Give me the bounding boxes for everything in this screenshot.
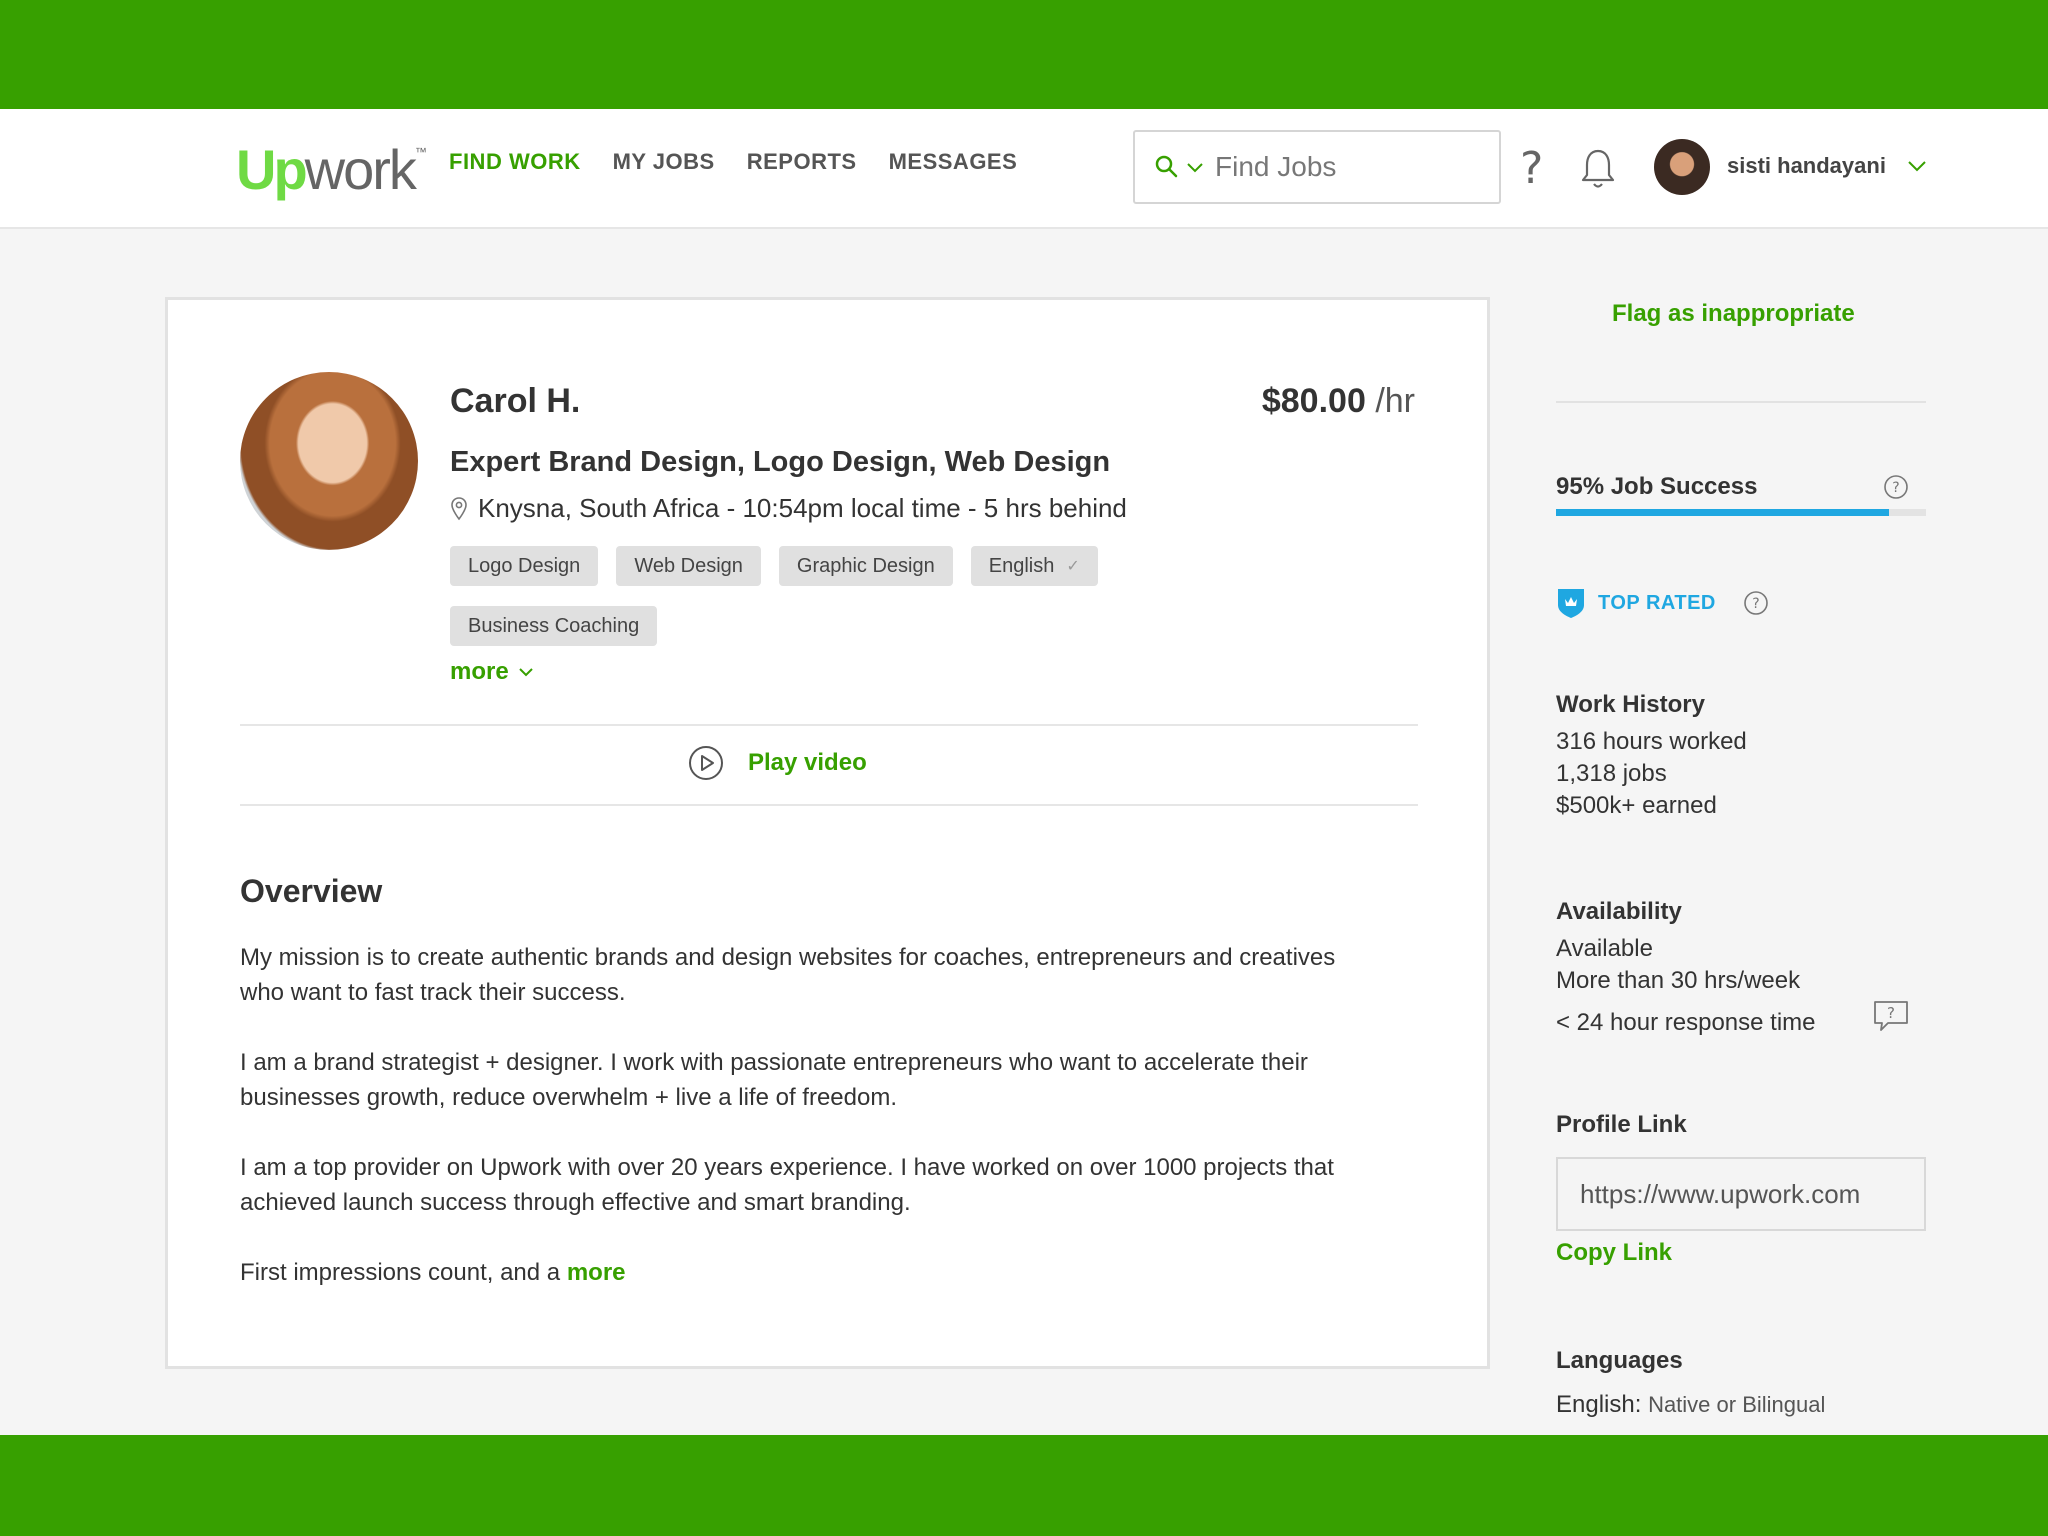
- play-video-button[interactable]: Play video: [688, 745, 867, 781]
- freelancer-name: Carol H.: [450, 382, 581, 420]
- play-video-label: Play video: [748, 749, 867, 776]
- overview-more-link[interactable]: more: [567, 1259, 626, 1286]
- chevron-down-icon[interactable]: [1185, 157, 1205, 177]
- user-name[interactable]: sisti handayani: [1727, 153, 1886, 179]
- skill-label: Web Design: [634, 554, 743, 577]
- search-input[interactable]: [1215, 151, 1465, 183]
- availability-hours: More than 30 hrs/week: [1556, 967, 1801, 994]
- job-success-bar: [1556, 509, 1926, 516]
- profile-link-field: [1556, 1157, 1926, 1231]
- search-icon[interactable]: [1153, 153, 1181, 181]
- rate-unit: /hr: [1375, 382, 1415, 420]
- skill-label: Logo Design: [468, 554, 581, 577]
- divider: [240, 724, 1418, 726]
- more-skills-link[interactable]: more: [450, 658, 535, 686]
- user-menu-chevron-icon[interactable]: [1906, 155, 1928, 177]
- upwork-logo[interactable]: Up work ™: [236, 131, 427, 207]
- skill-label: Business Coaching: [468, 614, 640, 637]
- language-entry: English: Native or Bilingual: [1556, 1391, 1825, 1419]
- play-circle-icon: [689, 746, 723, 780]
- overview-paragraph-last: First impressions count, and a more: [240, 1255, 1380, 1290]
- top-rated-label: TOP RATED: [1598, 591, 1716, 614]
- chevron-down-icon: [518, 668, 533, 677]
- response-time: < 24 hour response time: [1556, 1009, 1816, 1036]
- skill-label: Graphic Design: [796, 554, 935, 577]
- help-circle-icon[interactable]: ?: [1742, 589, 1770, 617]
- profile-photo: [240, 372, 418, 550]
- nav-find-work[interactable]: FIND WORK: [449, 149, 581, 175]
- jobs-count: 1,318 jobs: [1556, 760, 1667, 787]
- svg-text:?: ?: [1752, 596, 1759, 612]
- availability-status: Available: [1556, 935, 1653, 962]
- user-avatar[interactable]: [1654, 139, 1710, 195]
- logo-work-text: work: [304, 137, 417, 201]
- nav-reports[interactable]: REPORTS: [747, 149, 857, 175]
- overview-text: My mission is to create authentic brands…: [240, 940, 1380, 1325]
- language-name: English:: [1556, 1391, 1642, 1418]
- top-rated-shield-icon: [1558, 589, 1584, 618]
- search-box: [1133, 130, 1501, 204]
- logo-up-text: Up: [236, 137, 308, 201]
- work-history-title: Work History: [1556, 691, 1705, 718]
- svg-text:?: ?: [1887, 1004, 1895, 1022]
- skill-tag[interactable]: Graphic Design: [778, 546, 953, 586]
- amount-earned: $500k+ earned: [1556, 792, 1717, 819]
- skill-tag[interactable]: Web Design: [616, 546, 761, 586]
- help-circle-icon[interactable]: ?: [1882, 473, 1910, 501]
- availability-title: Availability: [1556, 898, 1682, 925]
- sidebar-divider: [1556, 401, 1926, 403]
- more-label: more: [450, 658, 509, 685]
- languages-title: Languages: [1556, 1347, 1683, 1374]
- chat-question-icon[interactable]: ?: [1872, 999, 1910, 1035]
- skills-list: Logo Design Web Design Graphic Design En…: [450, 546, 1210, 646]
- hours-worked: 316 hours worked: [1556, 728, 1747, 755]
- profile-link-input[interactable]: [1558, 1159, 1924, 1229]
- location-line: Knysna, South Africa - 10:54pm local tim…: [450, 493, 1127, 524]
- top-rated-badge: TOP RATED ?: [1556, 587, 1770, 619]
- location-pin-icon: [451, 496, 467, 520]
- rate-amount: $80.00: [1261, 382, 1366, 420]
- skill-tag[interactable]: English ✓: [970, 546, 1098, 586]
- upwork-screen: Up work ™ FIND WORK MY JOBS REPORTS MESS…: [0, 109, 2048, 1435]
- job-success-bar-fill: [1556, 509, 1889, 516]
- nav-messages[interactable]: MESSAGES: [889, 149, 1018, 175]
- overview-heading: Overview: [240, 873, 383, 909]
- help-icon[interactable]: ?: [1520, 143, 1543, 194]
- overview-paragraph-text: First impressions count, and a: [240, 1259, 561, 1286]
- top-header: Up work ™ FIND WORK MY JOBS REPORTS MESS…: [0, 109, 2048, 229]
- profile-link-title: Profile Link: [1556, 1111, 1687, 1138]
- skill-tag[interactable]: Logo Design: [450, 546, 599, 586]
- location-text: Knysna, South Africa - 10:54pm local tim…: [478, 493, 1127, 523]
- verified-check-icon: ✓: [1066, 558, 1080, 575]
- hourly-rate: $80.00 /hr: [1262, 382, 1415, 421]
- profile-title: Expert Brand Design, Logo Design, Web De…: [450, 446, 1111, 478]
- overview-paragraph: I am a top provider on Upwork with over …: [240, 1154, 1334, 1216]
- main-nav: FIND WORK MY JOBS REPORTS MESSAGES: [449, 149, 1017, 175]
- overview-paragraph: I am a brand strategist + designer. I wo…: [240, 1049, 1308, 1111]
- skill-label: English: [988, 554, 1055, 577]
- skill-tag[interactable]: Business Coaching: [450, 606, 658, 646]
- language-level: Native or Bilingual: [1648, 1392, 1826, 1417]
- profile-card: Carol H. $80.00 /hr Expert Brand Design,…: [165, 297, 1490, 1369]
- notification-bell-icon[interactable]: [1578, 147, 1618, 191]
- nav-my-jobs[interactable]: MY JOBS: [613, 149, 715, 175]
- overview-paragraph: My mission is to create authentic brands…: [240, 944, 1336, 1006]
- copy-link-button[interactable]: Copy Link: [1556, 1239, 1672, 1267]
- flag-inappropriate-link[interactable]: Flag as inappropriate: [1612, 300, 1855, 328]
- svg-text:?: ?: [1892, 480, 1899, 496]
- job-success-label: 95% Job Success: [1556, 473, 1758, 500]
- divider: [240, 804, 1418, 806]
- logo-trademark: ™: [414, 145, 427, 159]
